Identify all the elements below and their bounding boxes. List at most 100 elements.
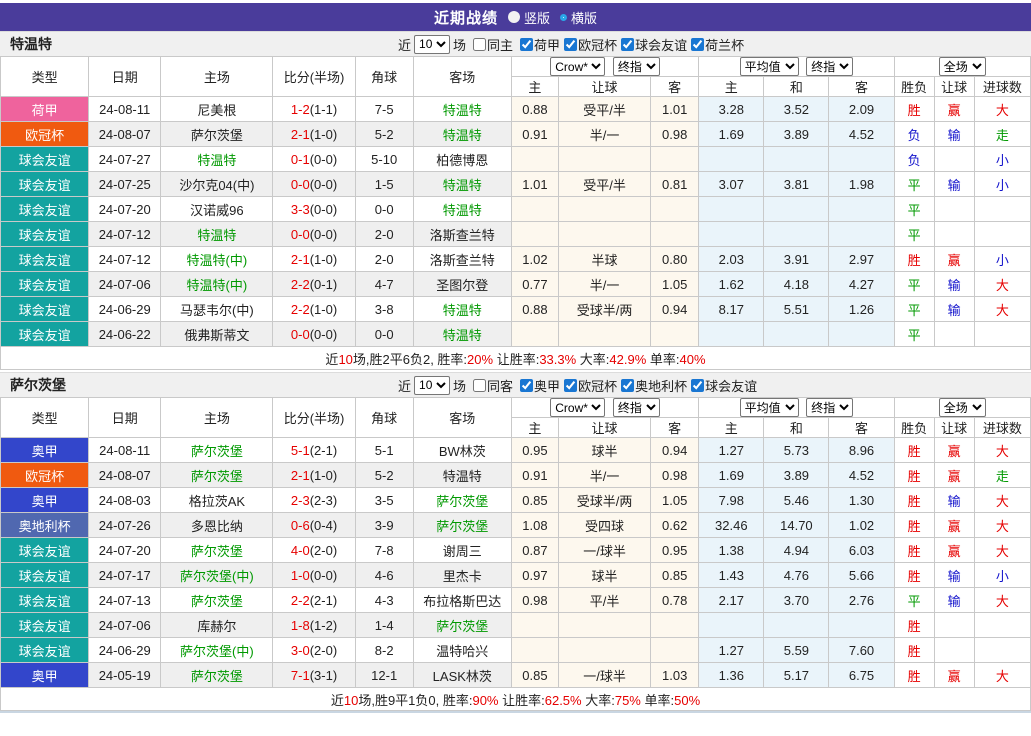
away-team: 特温特 — [413, 172, 511, 197]
full-time-score: 1-8 — [291, 618, 310, 633]
league-filter[interactable]: 球会友谊 — [617, 35, 687, 54]
odds-handicap: 受四球 — [558, 513, 650, 538]
avg-away: 7.60 — [829, 638, 894, 663]
match-type-badge: 球会友谊 — [1, 297, 89, 322]
avg-away: 4.52 — [829, 463, 894, 488]
match-row: 球会友谊24-07-25沙尔克04(中)0-0(0-0)1-5特温特1.01受平… — [1, 172, 1031, 197]
half-time-score: (0-0) — [310, 202, 337, 217]
league-filter[interactable]: 欧冠杯 — [560, 376, 617, 395]
league-filter[interactable]: 欧冠杯 — [560, 35, 617, 54]
league-filter[interactable]: 奥甲 — [516, 376, 560, 395]
home-team: 萨尔茨堡(中) — [161, 563, 273, 588]
match-row: 奥地利杯24-07-26多恩比纳0-6(0-4)3-9萨尔茨堡1.08受四球0.… — [1, 513, 1031, 538]
radio-checked-icon[interactable] — [560, 14, 567, 21]
odds-away: 0.95 — [651, 538, 699, 563]
avg-away: 2.76 — [829, 588, 894, 613]
full-time-score: 4-0 — [291, 543, 310, 558]
league-checkbox[interactable] — [520, 38, 533, 51]
odds-away: 0.81 — [651, 172, 699, 197]
half-time-score: (3-1) — [310, 668, 337, 683]
summary-value: 40% — [680, 352, 706, 367]
result-handicap: 输 — [934, 172, 974, 197]
league-filter[interactable]: 荷兰杯 — [687, 35, 744, 54]
half-time-score: (1-0) — [310, 252, 337, 267]
odds-away: 0.98 — [651, 463, 699, 488]
match-date: 24-07-20 — [89, 538, 161, 563]
games-count-select[interactable]: 10 — [414, 376, 450, 395]
summary-value: 33.3% — [539, 352, 576, 367]
match-date: 24-08-11 — [89, 438, 161, 463]
avg-draw: 3.91 — [764, 247, 829, 272]
odds-handicap — [558, 147, 650, 172]
corner-count: 1-4 — [355, 613, 413, 638]
match-row: 欧冠杯24-08-07萨尔茨堡2-1(1-0)5-2特温特0.91半/一0.98… — [1, 122, 1031, 147]
games-count-select[interactable]: 10 — [414, 35, 450, 54]
avg-home — [699, 147, 764, 172]
odds-final-select[interactable]: 终指 — [613, 57, 660, 76]
avg-final-select[interactable]: 终指 — [806, 57, 853, 76]
team-name: 萨尔茨堡 — [0, 375, 66, 395]
match-date: 24-07-06 — [89, 272, 161, 297]
vertical-layout-radio[interactable]: 竖版 — [508, 8, 550, 27]
summary-text: 场,胜2平6负2, 胜率: — [353, 352, 467, 367]
same-venue-filter[interactable]: 同客 — [469, 376, 513, 395]
odds-source-group: Crow* 终指 — [511, 57, 698, 77]
odds-handicap: 半/一 — [558, 272, 650, 297]
col-type: 类型 — [1, 57, 89, 97]
odds-final-select[interactable]: 终指 — [613, 398, 660, 417]
league-checkbox[interactable] — [691, 38, 704, 51]
league-label: 奥地利杯 — [635, 376, 687, 395]
league-checkbox[interactable] — [621, 379, 634, 392]
scope-select[interactable]: 全场 — [939, 398, 986, 417]
league-checkbox[interactable] — [564, 379, 577, 392]
odds-handicap: 受球半/两 — [558, 297, 650, 322]
odds-away: 0.80 — [651, 247, 699, 272]
page: 近期战绩 竖版 横版 特温特 近 10 场 同主 荷甲欧冠杯球会友谊荷兰杯 — [0, 0, 1031, 713]
home-team: 马瑟韦尔(中) — [161, 297, 273, 322]
odds-away — [651, 322, 699, 347]
near-label: 近 — [398, 376, 411, 395]
games-label: 场 — [453, 35, 466, 54]
summary-value: 10 — [344, 693, 358, 708]
radio-unchecked-icon[interactable] — [508, 11, 520, 23]
away-team: 特温特 — [413, 297, 511, 322]
match-row: 球会友谊24-06-22俄弗斯蒂文0-0(0-0)0-0特温特平 — [1, 322, 1031, 347]
avg-select[interactable]: 平均值 — [740, 57, 799, 76]
league-filter[interactable]: 荷甲 — [516, 35, 560, 54]
avg-draw: 3.52 — [764, 97, 829, 122]
col-odds-away: 客 — [651, 77, 699, 97]
league-filter[interactable]: 球会友谊 — [687, 376, 757, 395]
home-team: 汉诺威96 — [161, 197, 273, 222]
avg-draw: 3.89 — [764, 463, 829, 488]
match-filter: 近 10 场 同主 荷甲欧冠杯球会友谊荷兰杯 — [398, 35, 744, 54]
horizontal-layout-radio[interactable]: 横版 — [560, 8, 597, 27]
result-win-loss: 胜 — [894, 438, 934, 463]
avg-source-group: 平均值 终指 — [699, 398, 894, 418]
league-checkbox[interactable] — [520, 379, 533, 392]
avg-away: 6.03 — [829, 538, 894, 563]
odds-away: 0.85 — [651, 563, 699, 588]
result-win-loss: 胜 — [894, 488, 934, 513]
summary-value: 10 — [338, 352, 352, 367]
result-handicap: 赢 — [934, 438, 974, 463]
half-time-score: (1-0) — [310, 127, 337, 142]
result-goals: 大 — [974, 663, 1030, 688]
odds-handicap — [558, 197, 650, 222]
league-filter[interactable]: 奥地利杯 — [617, 376, 687, 395]
page-title: 近期战绩 — [434, 7, 498, 28]
same-venue-filter[interactable]: 同主 — [469, 35, 513, 54]
odds-company-select[interactable]: Crow* — [550, 57, 605, 76]
match-date: 24-08-11 — [89, 97, 161, 122]
league-checkbox[interactable] — [564, 38, 577, 51]
same-venue-checkbox[interactable] — [473, 38, 486, 51]
league-checkbox[interactable] — [691, 379, 704, 392]
score: 0-1(0-0) — [273, 147, 355, 172]
same-venue-checkbox[interactable] — [473, 379, 486, 392]
league-checkbox[interactable] — [621, 38, 634, 51]
summary-text: 大率: — [582, 693, 615, 708]
scope-select[interactable]: 全场 — [939, 57, 986, 76]
avg-final-select[interactable]: 终指 — [806, 398, 853, 417]
avg-draw: 14.70 — [764, 513, 829, 538]
odds-company-select[interactable]: Crow* — [550, 398, 605, 417]
avg-select[interactable]: 平均值 — [740, 398, 799, 417]
